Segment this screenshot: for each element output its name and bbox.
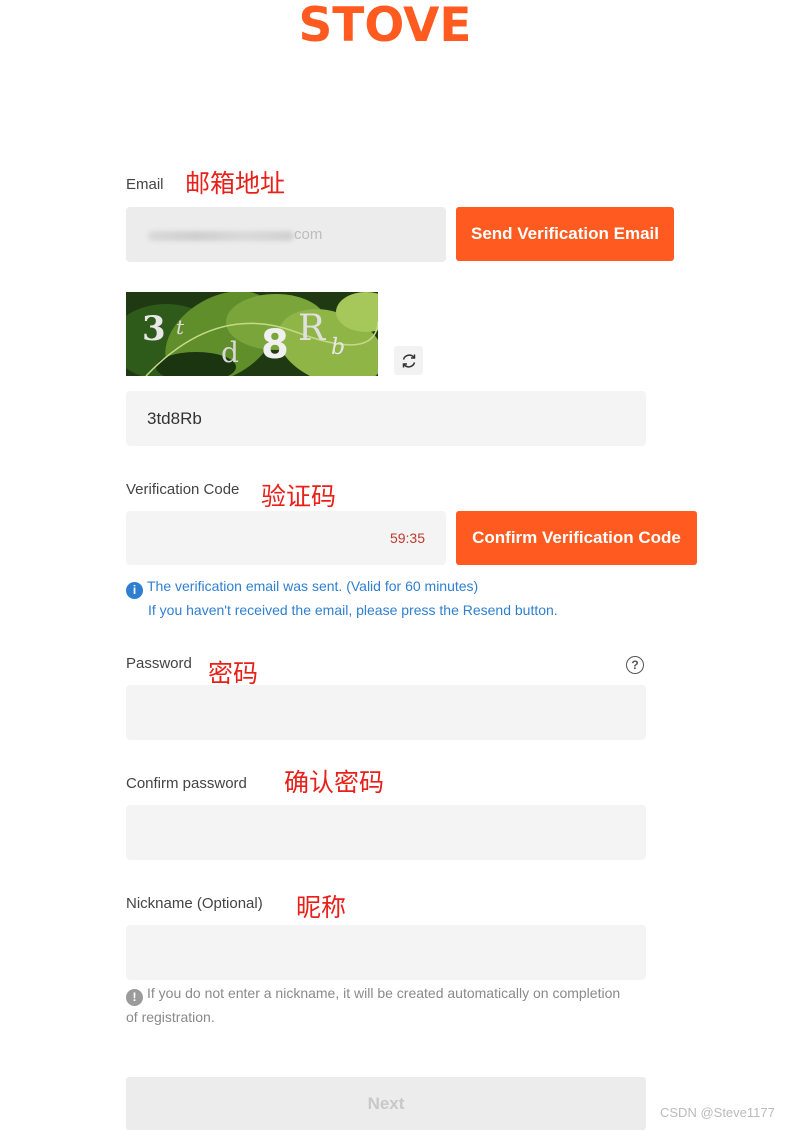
captcha-image: 3 t d 8 R b xyxy=(111,291,396,385)
nickname-note-line1: If you do not enter a nickname, it will … xyxy=(147,985,621,1001)
captcha-char-3: d xyxy=(221,336,239,369)
captcha-char-6: b xyxy=(331,335,345,360)
confirm-password-label: Confirm password xyxy=(126,775,247,792)
next-button[interactable]: Next xyxy=(126,1077,646,1130)
stove-logo: STOVE xyxy=(298,0,472,53)
email-label: Email xyxy=(126,176,164,193)
email-blurred-value xyxy=(148,227,294,245)
nickname-note: ! If you do not enter a nickname, it will… xyxy=(126,982,656,1029)
nickname-note-line2: of registration. xyxy=(126,1009,215,1025)
question-circle-icon[interactable]: ? xyxy=(626,656,644,674)
captcha-char-5: R xyxy=(298,308,326,349)
password-input[interactable] xyxy=(126,685,646,740)
email-annotation: 邮箱地址 xyxy=(185,169,286,198)
confirm-password-annotation: 确认密码 xyxy=(284,768,385,797)
verification-info: i The verification email was sent. (Valid… xyxy=(126,575,686,622)
captcha-char-1: 3 xyxy=(142,309,166,349)
captcha-char-4: 8 xyxy=(261,322,289,368)
nickname-input[interactable] xyxy=(126,925,646,980)
nickname-annotation: 昵称 xyxy=(296,893,347,922)
confirm-verification-code-button[interactable]: Confirm Verification Code xyxy=(456,511,697,565)
confirm-password-input[interactable] xyxy=(126,805,646,860)
captcha-char-2: t xyxy=(176,315,185,339)
verification-code-label: Verification Code xyxy=(126,481,240,498)
captcha-input-value: 3td8Rb xyxy=(147,409,202,428)
info-gray-icon: ! xyxy=(126,989,143,1006)
verification-annotation: 验证码 xyxy=(261,482,337,511)
refresh-icon[interactable] xyxy=(394,346,423,375)
captcha-input[interactable]: 3td8Rb xyxy=(126,391,646,446)
verification-code-input[interactable]: 59:35 xyxy=(126,511,446,565)
verification-info-line1: The verification email was sent. (Valid … xyxy=(147,578,479,594)
password-label: Password xyxy=(126,655,192,672)
verification-info-line2: If you haven't received the email, pleas… xyxy=(148,602,558,618)
nickname-label: Nickname (Optional) xyxy=(126,895,263,912)
send-verification-email-button[interactable]: Send Verification Email xyxy=(456,207,674,261)
verification-timer: 59:35 xyxy=(389,530,425,546)
info-icon: i xyxy=(126,582,143,599)
email-field[interactable]: com xyxy=(126,207,446,262)
csdn-watermark: CSDN @Steve1177 xyxy=(660,1105,775,1120)
email-value-suffix: com xyxy=(294,226,323,243)
